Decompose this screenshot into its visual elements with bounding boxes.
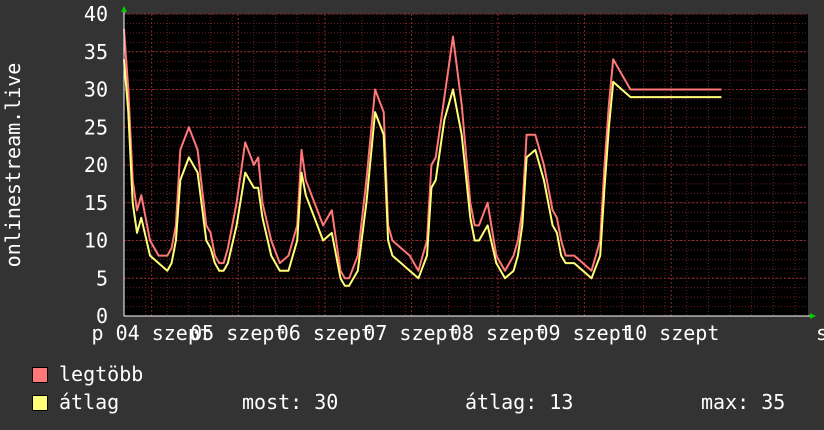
legend-label-max: legtöbb [59, 362, 144, 386]
y-tick-label: 40 [84, 2, 108, 26]
y-axis-arrow-icon [121, 6, 127, 12]
y-tick-label: 10 [84, 229, 108, 253]
y-tick-label: 30 [84, 78, 108, 102]
y-tick-label: 15 [84, 191, 108, 215]
y-tick-label: 5 [96, 266, 108, 290]
x-tick-label: 09 szept [536, 321, 632, 345]
x-tick-label: 05 szept [190, 321, 286, 345]
x-tick-label: 07 szept [363, 321, 459, 345]
x-tick-label: 08 szept [450, 321, 546, 345]
stat-max: max: 35 [701, 390, 786, 414]
x-tick-label-tail: s [816, 321, 824, 345]
y-tick-label: 25 [84, 115, 108, 139]
legend-label-avg: átlag [59, 390, 120, 414]
stat-average: átlag: 13 [465, 390, 574, 414]
y-tick-labels: 0510152025303540 [84, 2, 108, 328]
x-tick-labels: p 04 szept05 szept06 szept07 szept08 sze… [91, 321, 824, 345]
stat-now: most: 30 [242, 390, 339, 414]
x-tick-label: 10 szept [623, 321, 719, 345]
legend-swatch-avg [32, 395, 48, 411]
y-tick-label: 35 [84, 40, 108, 64]
y-axis-label: onlinestream.live [1, 63, 25, 268]
x-axis-arrow-icon [810, 313, 816, 319]
y-tick-label: 20 [84, 153, 108, 177]
x-tick-label: 06 szept [277, 321, 373, 345]
legend-swatch-max [32, 367, 48, 383]
